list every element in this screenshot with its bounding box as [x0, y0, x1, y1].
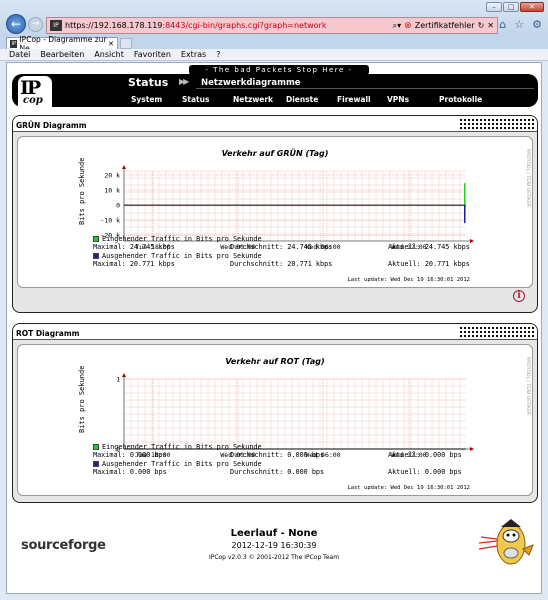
minimize-icon[interactable]: –	[486, 2, 502, 12]
back-arrow-icon[interactable]: ←	[6, 14, 26, 34]
green-outgoing-spike	[464, 205, 466, 224]
red-graph-title: Verkehr auf ROT (Tag)	[225, 357, 325, 366]
legend-incoming-swatch	[93, 236, 99, 242]
site-favicon-icon: IP	[50, 20, 62, 31]
main-nav: System Status Netzwerk Dienste Firewall …	[12, 94, 538, 106]
red-x-axis-arrow	[470, 447, 474, 451]
menu-help[interactable]: ?	[216, 50, 220, 59]
menu-datei[interactable]: Datei	[9, 50, 30, 59]
cert-error-icon[interactable]: ⊗	[404, 21, 412, 31]
green-panel-title: GRÜN Diagramm	[16, 121, 87, 130]
settings-gear-icon[interactable]: ⚙	[532, 18, 542, 31]
red-in-label: Eingehender Traffic in Bits pro Sekunde	[102, 443, 262, 451]
red-y-axis-arrow	[122, 373, 126, 377]
menu-ansicht[interactable]: Ansicht	[94, 50, 124, 59]
red-out-avg: Durchschnitt: 0.000 bps	[230, 467, 325, 476]
green-out-cur: Aktuell: 20.771 kbps	[388, 259, 470, 268]
green-out-label: Ausgehender Traffic in Bits pro Sekunde	[102, 251, 262, 260]
legend-outgoing-swatch	[93, 460, 99, 467]
breadcrumb-arrow-icon: ▶▶	[179, 77, 189, 86]
red-in-cur: Aktuell: 0.000 bps	[388, 451, 462, 460]
green-panel: GRÜN Diagramm Verkehr auf GRÜN (Tag) RRD…	[12, 115, 538, 313]
legend-outgoing-swatch	[93, 252, 99, 259]
red-panel-title: ROT Diagramm	[16, 329, 80, 338]
window-controls: – □ ✕	[486, 2, 544, 12]
nav-netzwerk[interactable]: Netzwerk	[233, 95, 273, 104]
browser-chrome: – □ ✕ ← → IP https://192.168.178.119:844…	[0, 0, 548, 36]
green-graph-title: Verkehr auf GRÜN (Tag)	[221, 149, 329, 158]
home-icon[interactable]: ⌂	[499, 18, 506, 31]
ipcop-header: IP cop Status ▶▶ Netzwerkdiagramme Syste…	[12, 74, 538, 107]
menu-favoriten[interactable]: Favoriten	[134, 50, 171, 59]
red-out-cur: Aktuell: 0.000 bps	[388, 467, 462, 476]
close-window-icon[interactable]: ✕	[520, 2, 544, 12]
nav-system[interactable]: System	[131, 95, 162, 104]
address-bar[interactable]: IP https://192.168.178.119:8443/cgi-bin/…	[46, 17, 498, 34]
menu-bar: Datei Bearbeiten Ansicht Favoriten Extra…	[0, 49, 548, 61]
breadcrumb-section: Status	[128, 76, 169, 89]
nav-vpns[interactable]: VPNs	[387, 95, 409, 104]
stop-icon[interactable]: ✕	[487, 21, 494, 30]
url-path: :8443/cgi-bin/graphs.cgi?graph=network	[162, 21, 327, 30]
green-in-cur: Aktuell: 24.745 kbps	[388, 243, 470, 252]
nav-firewall[interactable]: Firewall	[337, 95, 371, 104]
red-graph-frame: Verkehr auf ROT (Tag) RRDTOOL / TOBI OET…	[17, 344, 533, 496]
search-dropdown-icon[interactable]: ⌕▾	[393, 21, 402, 31]
address-url[interactable]: https://192.168.178.119:8443/cgi-bin/gra…	[65, 21, 385, 30]
breadcrumb-page: Netzwerkdiagramme	[201, 78, 301, 88]
red-ytick-label: 1	[116, 376, 120, 384]
red-out-label: Ausgehender Traffic in Bits pro Sekunde	[102, 459, 262, 468]
favorites-star-icon[interactable]: ☆	[514, 18, 524, 31]
menu-bearbeiten[interactable]: Bearbeiten	[40, 50, 84, 59]
green-in-max: Maximal: 24.745 kbps	[93, 243, 175, 252]
green-ytick-label: 20 k	[104, 172, 120, 180]
green-out-avg: Durchschnitt: 20.771 kbps	[230, 259, 333, 268]
breadcrumb-divider	[196, 88, 534, 89]
panel-dots-decoration	[459, 118, 535, 131]
page-content: - The bad Packets Stop Here - IP cop Sta…	[6, 62, 542, 594]
green-incoming-spike	[464, 183, 466, 206]
green-legend: Eingehender Traffic in Bits pro Sekunde …	[93, 235, 470, 268]
red-legend: Eingehender Traffic in Bits pro Sekunde …	[93, 443, 462, 476]
tab-favicon-icon: IP	[10, 39, 18, 48]
refresh-icon[interactable]: ↻	[478, 21, 485, 30]
green-ytick-label: 10 k	[104, 187, 120, 195]
info-icon[interactable]: i	[513, 290, 525, 302]
url-host: https://192.168.178.119	[65, 21, 163, 30]
ipcop-mascot-icon	[478, 519, 534, 565]
menu-extras[interactable]: Extras	[181, 50, 206, 59]
legend-incoming-swatch	[93, 444, 99, 450]
tab-close-icon[interactable]: ✕	[108, 40, 114, 48]
maximize-icon[interactable]: □	[503, 2, 519, 12]
nav-status[interactable]: Status	[182, 95, 209, 104]
green-ytick-label: 0	[116, 202, 120, 210]
red-in-avg: Durchschnitt: 0.000 bps	[230, 451, 325, 460]
red-out-max: Maximal: 0.000 bps	[93, 467, 167, 476]
green-in-avg: Durchschnitt: 24.745 kbps	[230, 243, 333, 252]
status-datetime: 2012-12-19 16:30:39	[231, 541, 317, 550]
red-in-max: Maximal: 0.000 bps	[93, 451, 167, 460]
green-x-axis-arrow	[470, 239, 474, 243]
green-graph-frame: Verkehr auf GRÜN (Tag) RRDTOOL / TOBI OE…	[17, 136, 533, 288]
green-out-max: Maximal: 20.771 kbps	[93, 259, 175, 268]
nav-dienste[interactable]: Dienste	[286, 95, 318, 104]
cert-error-label[interactable]: Zertifikatfehler	[415, 21, 475, 30]
panel-dots-decoration	[459, 326, 535, 339]
forward-arrow-icon[interactable]: →	[28, 17, 43, 32]
new-tab-button[interactable]	[120, 38, 132, 49]
green-last-update: Last update: Wed Dec 19 16:30:01 2012	[347, 277, 470, 283]
red-panel: ROT Diagramm Verkehr auf ROT (Tag) RRDTO…	[12, 323, 538, 503]
green-ytick-label: -10 k	[100, 217, 120, 225]
browser-tab[interactable]: IP IPCop - Diagramme zur Ne... ✕	[6, 35, 118, 53]
red-last-update: Last update: Wed Dec 19 16:30:01 2012	[347, 485, 470, 491]
nav-protokolle[interactable]: Protokolle	[439, 95, 482, 104]
copyright: IPCop v2.0.3 © 2001-2012 The IPCop Team	[208, 554, 340, 561]
green-in-label: Eingehender Traffic in Bits pro Sekunde	[102, 235, 262, 243]
connection-status: Leerlauf - None	[230, 528, 318, 539]
green-y-axis-arrow	[122, 165, 126, 169]
